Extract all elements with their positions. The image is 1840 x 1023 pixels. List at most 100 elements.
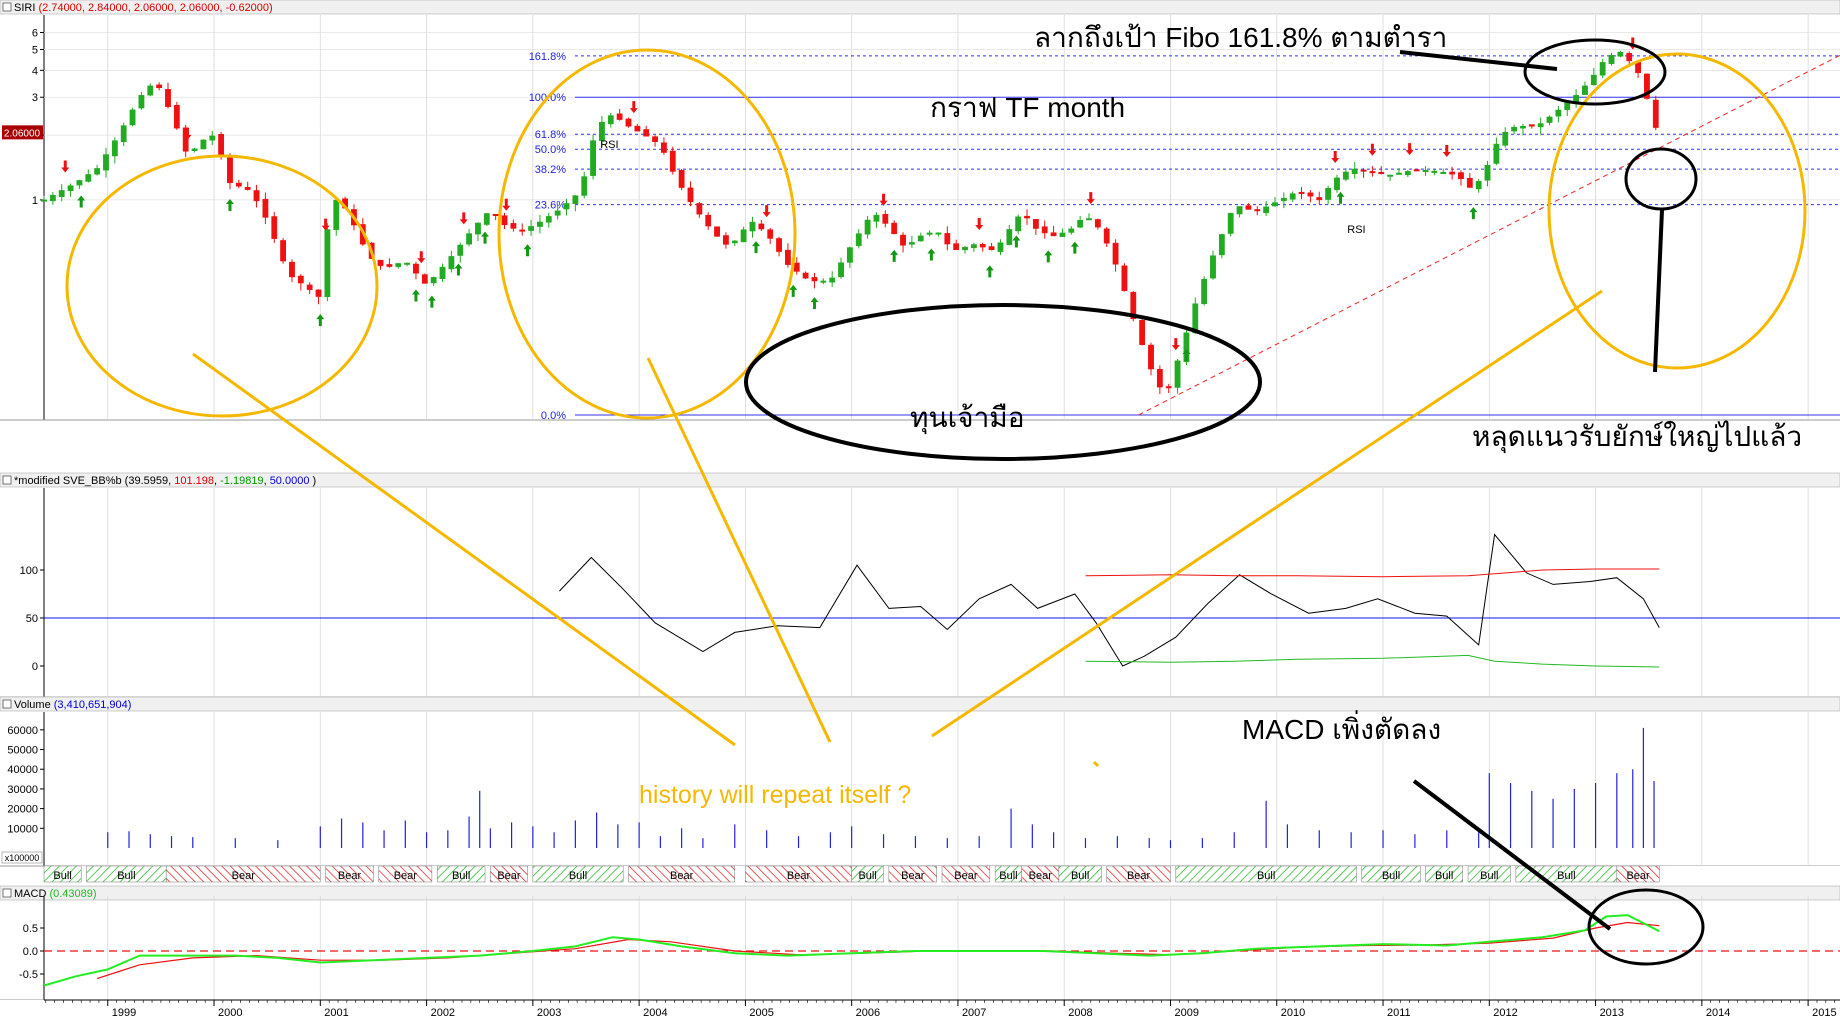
x-tick-label: 2009 [1174,1007,1198,1019]
regime-label: Bull [117,870,135,882]
bear-candle [891,222,898,234]
bear-candle [289,261,295,278]
bull-candle [917,235,924,242]
macd-panel-title: MACD (0.43089) [14,888,97,900]
bull-candle [731,240,738,244]
volume-tick-label: 40000 [7,764,38,776]
bull-candle [333,199,340,230]
bull-candle [1617,51,1624,57]
bear-candle [758,223,765,230]
x-axis: 1999 2000 2001 2002 2003 2004 2005 2006 2007 2008… [0,999,1840,1023]
bull-candle [324,229,331,297]
bull-candle [1210,255,1216,279]
bear-candle [253,190,260,202]
bull-candle [607,115,614,125]
fib-label: 23.6% [535,200,566,212]
bear-candle [377,259,384,266]
bear-candle [1626,53,1633,62]
regime-label: Bear [1029,870,1053,882]
regime-label: Bull [1435,870,1453,882]
bull-candle [120,125,127,143]
bear-candle [1413,169,1420,172]
bear-candle [723,235,729,245]
bear-candle [767,229,774,239]
bull-candle [528,226,534,231]
bull-candle [138,95,145,109]
x-tick-label: 2008 [1068,1007,1092,1019]
bull-candle [1537,123,1544,128]
bull-candle [430,277,437,284]
fib-label: 61.8% [535,129,566,141]
bull-candle [49,194,56,202]
bear-candle [882,213,889,224]
regime-bar: Bull Bull Bear Bear Bear Bull Bear Bull Bear Bear… [43,865,1840,883]
bear-candle [315,289,322,297]
bear-candle [944,233,951,245]
bull-candle [926,232,933,235]
bull-candle [740,229,747,243]
regime-label: Bear [1626,870,1650,882]
bear-candle [1378,171,1385,175]
bull-candle [1059,232,1066,237]
bull-candle [209,135,216,141]
bb-tick-label: 50 [26,613,38,625]
bear-candle [421,274,428,284]
bull-candle [1573,95,1579,103]
bear-candle [280,240,287,262]
bull-candle [1334,177,1340,191]
bull-candle [1608,55,1615,64]
regime-label: Bull [1480,870,1498,882]
price-tick-label: 5 [32,45,38,57]
fib-label: 0.0% [541,410,566,422]
fibo-target-annotation: ลากถึงเป้า Fibo 161.8% ตามตำรา [1034,22,1447,53]
volume-title-bar [0,696,1840,712]
bull-candle [404,262,411,265]
history-annotation: history will repeat itself ? [639,781,911,809]
bull-candle [873,214,880,222]
bear-candle [1024,215,1030,219]
bear-candle [1121,265,1128,292]
bear-candle [979,244,986,248]
bear-candle [165,89,171,107]
x-tick-label: 2000 [218,1007,242,1019]
bull-candle [475,222,481,235]
bull-candle [67,185,74,191]
price-collapse-icon [2,2,12,12]
bear-candle [616,113,623,120]
stock-chart: SIRI (2.74000, 2.84000, 2.06000, 2.06000… [0,0,1840,1023]
bull-candle [1272,202,1278,207]
bull-candle [147,85,154,96]
bear-candle [793,262,800,272]
regime-label: Bear [954,870,978,882]
bull-candle [395,263,402,267]
macd-collapse-icon [2,888,12,898]
bull-candle [997,242,1004,252]
broke-support-annotation: หลุดแนวรับยักษ์ใหญ่ไปแล้ว [1472,420,1802,454]
bull-candle [448,256,455,270]
regime-label: Bear [394,870,418,882]
bear-candle [1360,169,1367,172]
rsi-label: RSI [1347,224,1365,236]
fib-label: 161.8% [529,51,567,63]
bull-candle [962,246,968,251]
x-tick-label: 2006 [856,1007,880,1019]
bear-candle [1449,171,1456,175]
bull-candle [1227,212,1234,234]
bear-candle [643,129,650,137]
bear-candle [1032,219,1039,229]
bull-candle [846,247,853,263]
bull-candle [1484,164,1491,181]
bear-candle [262,198,269,218]
x-tick-label: 2002 [431,1007,455,1019]
bull-candle [1396,172,1402,175]
bull-candle [537,221,543,227]
bear-candle [227,156,233,184]
bull-candle [85,174,92,182]
volume-tick-label: 10000 [7,823,38,835]
x-tick-label: 2007 [962,1007,986,1019]
bull-candle [129,109,136,126]
bear-candle [1245,205,1252,210]
bear-candle [1041,226,1048,234]
bear-candle [1103,228,1110,244]
volume-tick-label: 30000 [7,784,38,796]
